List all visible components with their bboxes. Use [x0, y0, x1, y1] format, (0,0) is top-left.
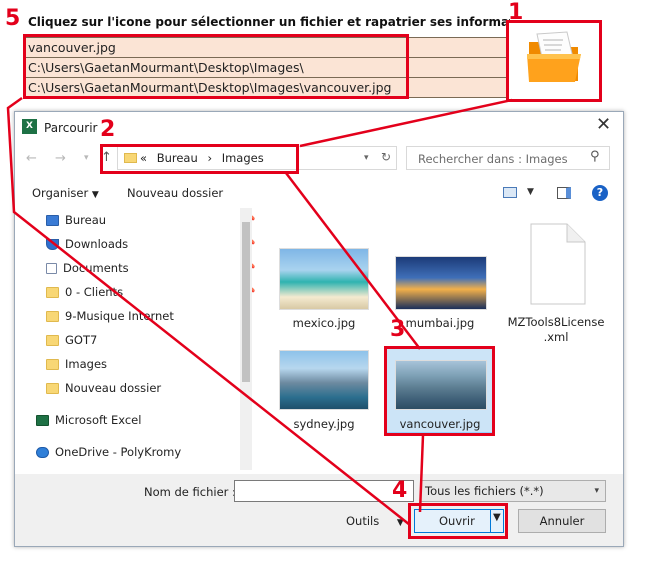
annotation-box-file	[384, 346, 495, 436]
annotation-number-3: 3	[390, 317, 406, 342]
annotation-box-open	[408, 503, 508, 539]
annotation-number-5: 5	[5, 6, 21, 31]
annotation-box-folder	[506, 20, 602, 102]
annotation-box-cells	[23, 34, 409, 99]
annotation-number-4: 4	[392, 478, 408, 503]
annotation-number-1: 1	[508, 0, 524, 25]
annotation-number-2: 2	[100, 117, 116, 142]
annotation-box-address	[100, 144, 299, 174]
